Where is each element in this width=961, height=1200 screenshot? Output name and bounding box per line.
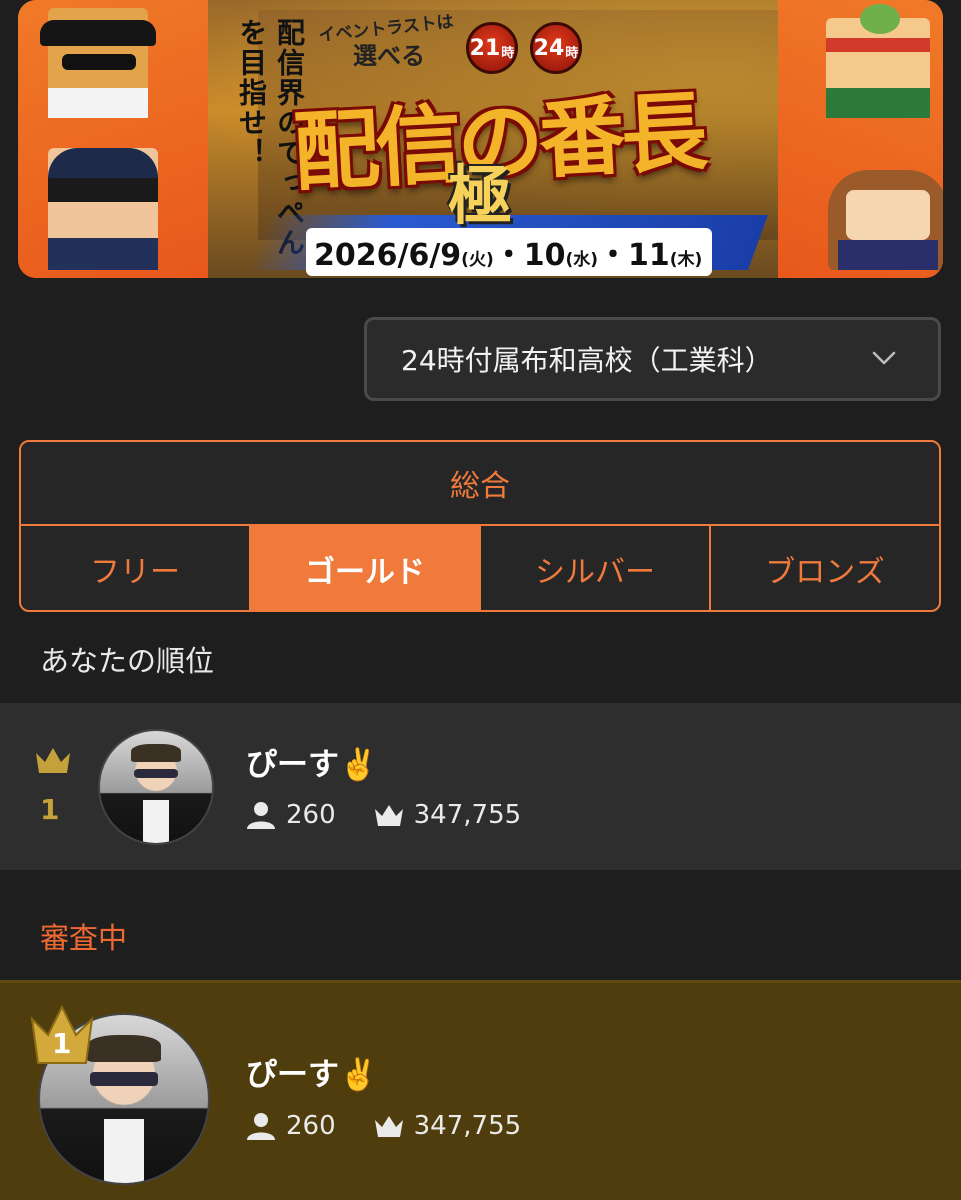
event-banner[interactable]: 配信界のてっぺんを目指せ！ イベントラストは 選べる 21 時 24 時 配信の番長… [18,0,943,278]
banner-subtitle: 極 [448,159,512,234]
mascot-sunglasses [40,8,156,118]
tab-gold[interactable]: ゴールド [251,526,481,610]
crown-icon [36,748,70,773]
avatar[interactable] [98,729,214,845]
followers-count: 260 [286,1111,336,1141]
rank-number: 1 [52,1027,72,1060]
user-stats: 260 347,755 [246,800,521,830]
user-stats: 260 347,755 [246,1111,521,1141]
person-icon [247,802,275,829]
tab-free[interactable]: フリー [21,526,251,610]
hour-badge-21: 21 時 [466,22,518,74]
crown-points-icon [374,1116,403,1137]
followers-count: 260 [286,800,336,830]
chevron-down-icon [872,351,896,365]
tab-bronze[interactable]: ブロンズ [711,526,939,610]
review-rank-row[interactable]: 1 ぴーす✌️ 260 347,755 [0,980,961,1200]
mascot-sailor [828,170,943,270]
review-heading: 審査中 [40,921,128,955]
user-name: ぴーす✌️ [246,1057,378,1093]
your-rank-heading: あなたの順位 [40,644,215,678]
school-select[interactable]: 24時付属布和高校（工業科） [364,317,941,401]
category-tabs: 総合 フリー ゴールド シルバー ブロンズ [19,440,941,612]
points-count: 347,755 [413,800,522,830]
banner-date: 2026/6/9(火)・10(水)・11(木) [306,228,713,276]
mascot-leaf [826,4,930,118]
rank-number: 1 [40,793,60,826]
tab-row: フリー ゴールド シルバー ブロンズ [21,526,939,610]
user-name: ぴーす✌️ [246,747,378,783]
tab-total[interactable]: 総合 [21,442,939,526]
crown-points-icon [374,805,403,826]
person-icon [247,1113,275,1140]
points-count: 347,755 [413,1111,522,1141]
school-select-value: 24時付属布和高校（工業科） [401,344,773,377]
hour-badge-24: 24 時 [530,22,582,74]
tab-silver[interactable]: シルバー [481,526,711,610]
my-rank-row[interactable]: 1 ぴーす✌️ 260 347,755 [0,703,961,870]
banner-choose: 選べる [353,42,425,70]
mascot-police [48,148,158,270]
